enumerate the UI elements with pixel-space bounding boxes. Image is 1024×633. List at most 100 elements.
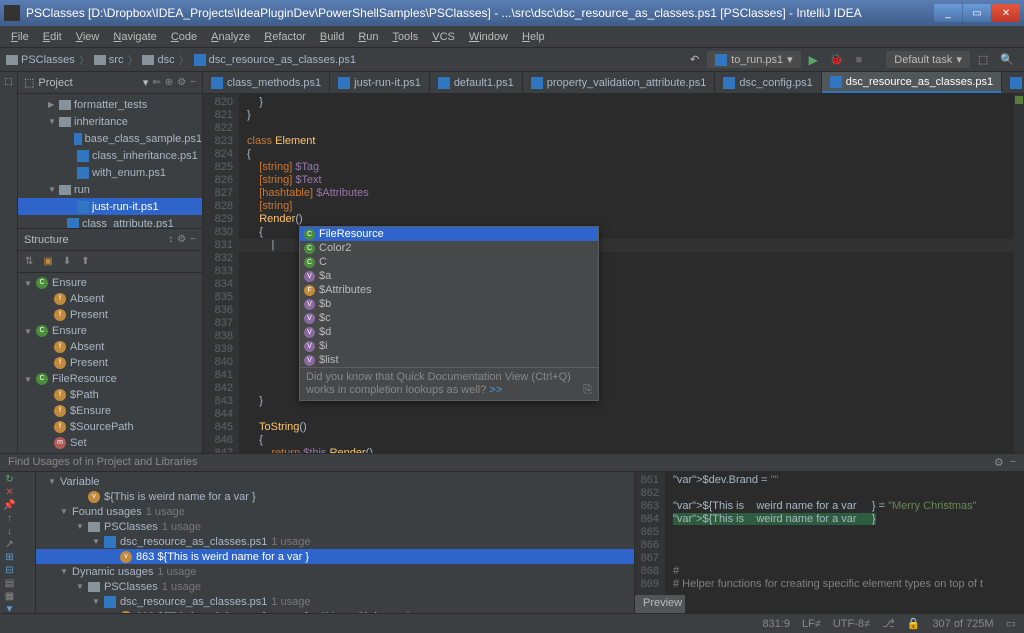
file-encoding[interactable]: UTF-8≠ (833, 618, 870, 630)
stop-button[interactable]: ■ (852, 52, 867, 68)
chevron-down-icon[interactable]: ▾ (143, 76, 149, 89)
project-view-selector[interactable]: ⬚ (24, 76, 34, 89)
structure-item[interactable]: fPresent (18, 355, 202, 371)
close-button[interactable]: ✕ (992, 4, 1020, 22)
menu-analyze[interactable]: Analyze (204, 29, 257, 45)
editor-tab[interactable]: dsc_resource_as_classes.ps1 (822, 72, 1002, 93)
gear-icon[interactable]: ⚙ (177, 77, 186, 88)
maximize-button[interactable]: ▭ (963, 4, 991, 22)
usage-item[interactable]: ▼Found usages 1 usage (36, 504, 634, 519)
usage-item[interactable]: ▼dsc_resource_as_classes.ps1 1 usage (36, 534, 634, 549)
completion-item[interactable]: CC (300, 255, 598, 269)
minimize-button[interactable]: _ (934, 4, 962, 22)
toolbar-icon[interactable]: ⬚ (974, 51, 992, 68)
cursor-position[interactable]: 831:9 (762, 618, 790, 630)
menu-code[interactable]: Code (164, 29, 204, 45)
tree-item[interactable]: class_attribute.ps1 (18, 215, 202, 228)
tree-item[interactable]: with_enum.ps1 (18, 164, 202, 181)
completion-item[interactable]: F$Attributes (300, 283, 598, 297)
export-icon[interactable]: ↗ (2, 539, 17, 550)
menu-refactor[interactable]: Refactor (257, 29, 313, 45)
sort-alpha-icon[interactable]: ⇅ (22, 255, 36, 268)
menu-file[interactable]: File (4, 29, 36, 45)
usage-item[interactable]: ▼PSClasses 1 usage (36, 519, 634, 534)
menu-vcs[interactable]: VCS (425, 29, 462, 45)
usage-item[interactable]: ▼dsc_resource_as_classes.ps1 1 usage (36, 594, 634, 609)
menu-help[interactable]: Help (515, 29, 552, 45)
target-icon[interactable]: ⊕ (165, 77, 173, 88)
debug-button[interactable]: 🐞 (826, 51, 848, 68)
usage-item[interactable]: ▼Dynamic usages 1 usage (36, 564, 634, 579)
structure-item[interactable]: f$Path (18, 387, 202, 403)
pin-icon[interactable]: ⎘ (583, 384, 592, 397)
autoscroll-from-icon[interactable]: ⬆ (78, 255, 92, 268)
back-button[interactable]: ↶ (686, 51, 703, 68)
notification-icon[interactable]: ▭ (1006, 617, 1016, 630)
menu-window[interactable]: Window (462, 29, 515, 45)
hide-icon[interactable]: − (190, 77, 196, 88)
collapse-all-icon[interactable]: ⊟ (2, 565, 17, 576)
tree-item[interactable]: just-run-it.ps1 (18, 198, 202, 215)
close-icon[interactable]: ✕ (2, 487, 17, 498)
breadcrumb-item[interactable]: dsc (142, 54, 174, 66)
next-icon[interactable]: ↓ (2, 526, 17, 537)
menu-run[interactable]: Run (351, 29, 385, 45)
find-usages-tree[interactable]: ▼Variablev${This is weird name for a var… (36, 472, 634, 613)
filter-icon[interactable]: ▼ (2, 604, 17, 613)
structure-item[interactable]: ▼CEnsure (18, 323, 202, 339)
memory-indicator[interactable]: 307 of 725M (932, 618, 993, 630)
completion-item[interactable]: V$a (300, 269, 598, 283)
structure-item[interactable]: mSet (18, 435, 202, 451)
completion-item[interactable]: V$c (300, 311, 598, 325)
preview-tab[interactable]: Preview (635, 595, 685, 613)
structure-tree[interactable]: ▼CEnsurefAbsentfPresent▼CEnsurefAbsentfP… (18, 273, 202, 453)
preview-icon[interactable]: ▦ (2, 591, 17, 602)
tree-item[interactable]: ▶formatter_tests (18, 96, 202, 113)
hide-icon[interactable]: − (190, 234, 196, 245)
tree-item[interactable]: ▼run (18, 181, 202, 198)
breadcrumb-item[interactable]: dsc_resource_as_classes.ps1 (194, 54, 356, 66)
completion-item[interactable]: V$b (300, 297, 598, 311)
collapse-icon[interactable]: ⇐ (152, 77, 160, 88)
usage-item[interactable]: v863 ${This is weird name for a var } (36, 549, 634, 564)
editor-tab[interactable]: default1.ps1 (430, 72, 523, 93)
filter-icon[interactable]: ⚙ (177, 234, 186, 245)
tree-item[interactable]: class_inheritance.ps1 (18, 147, 202, 164)
code-editor[interactable]: }} class Element{ [string] $Tag [string]… (239, 94, 1014, 453)
task-selector[interactable]: Default task ▾ (886, 51, 970, 68)
breadcrumb-item[interactable]: src (94, 54, 124, 66)
editor-tab[interactable]: dsc_config.ps1 (715, 72, 821, 93)
menu-tools[interactable]: Tools (386, 29, 426, 45)
tree-item[interactable]: base_class_sample.ps1 (18, 130, 202, 147)
menu-edit[interactable]: Edit (36, 29, 69, 45)
expand-all-icon[interactable]: ⊞ (2, 552, 17, 563)
pin-icon[interactable]: 📌 (2, 500, 17, 511)
menu-view[interactable]: View (69, 29, 107, 45)
structure-item[interactable]: f$SourcePath (18, 419, 202, 435)
structure-item[interactable]: fAbsent (18, 339, 202, 355)
structure-item[interactable]: fPresent (18, 307, 202, 323)
editor-tab[interactable]: just-run-it.ps1 (330, 72, 430, 93)
project-tree[interactable]: ▶formatter_tests▼inheritancebase_class_s… (18, 94, 202, 228)
menu-build[interactable]: Build (313, 29, 351, 45)
run-config-selector[interactable]: to_run.ps1 ▾ (707, 51, 801, 68)
completion-hint-link[interactable]: >> (489, 384, 502, 396)
editor-tab[interactable]: property_validation_attribute.ps1 (523, 72, 716, 93)
structure-item[interactable]: ▼CFileResource (18, 371, 202, 387)
hide-icon[interactable]: − (1010, 456, 1016, 469)
prev-icon[interactable]: ↑ (2, 513, 17, 524)
structure-item[interactable]: f$Ensure (18, 403, 202, 419)
preview-code[interactable]: "var">$dev.Brand = "" "var">${This is we… (665, 472, 1024, 595)
structure-item[interactable]: fAbsent (18, 291, 202, 307)
usage-item[interactable]: v${This is weird name for a var } (36, 489, 634, 504)
editor-tab[interactable]: class_methods.ps1 (203, 72, 330, 93)
menu-navigate[interactable]: Navigate (106, 29, 163, 45)
rerun-icon[interactable]: ↻ (2, 474, 17, 485)
tree-item[interactable]: ▼inheritance (18, 113, 202, 130)
completion-item[interactable]: V$list (300, 353, 598, 367)
sort-icon[interactable]: ↕ (168, 234, 173, 245)
completion-item[interactable]: V$d (300, 325, 598, 339)
group-icon[interactable]: ▤ (2, 578, 17, 589)
line-separator[interactable]: LF≠ (802, 618, 821, 630)
usage-item[interactable]: ▼Variable (36, 474, 634, 489)
